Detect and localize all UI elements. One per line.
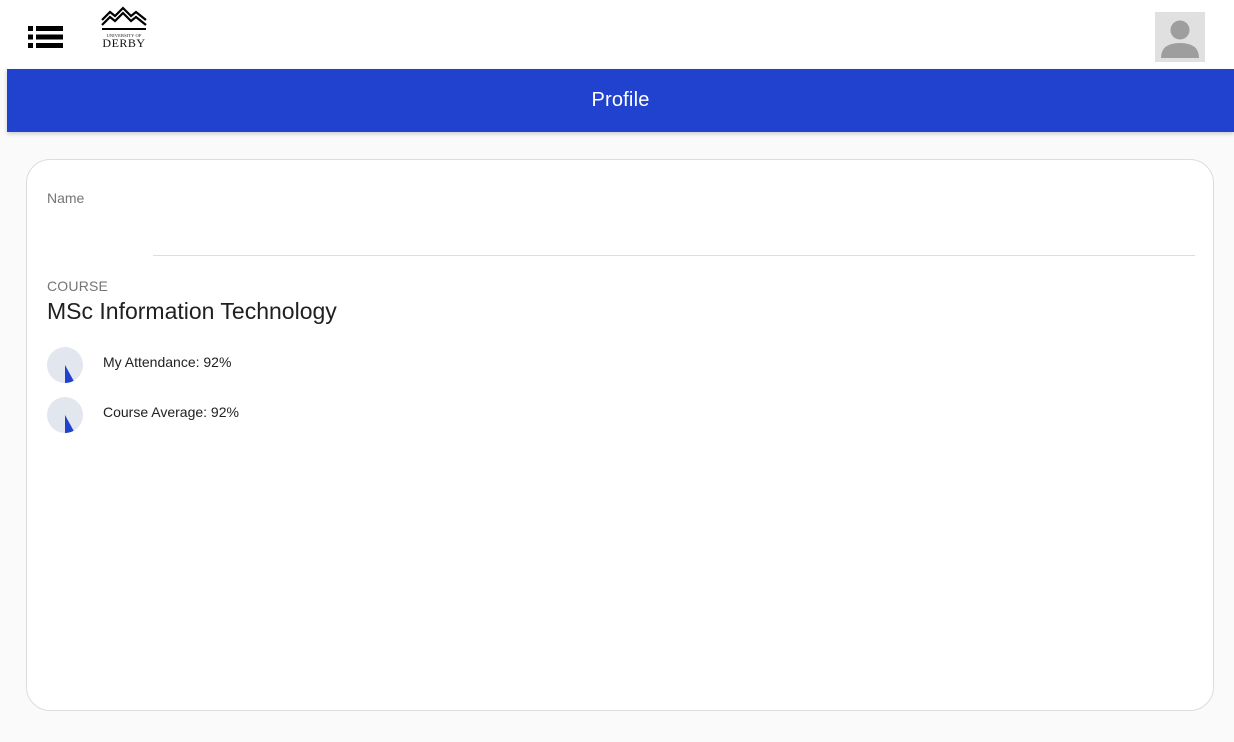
pie-chart-icon	[47, 397, 83, 433]
name-field[interactable]	[47, 210, 1195, 250]
course-average-label: Course Average: 92%	[103, 404, 239, 420]
user-avatar[interactable]	[1155, 12, 1205, 62]
course-label: COURSE	[47, 278, 109, 294]
page-title-bar: Profile	[7, 69, 1234, 132]
top-app-bar: UNIVERSITY OF DERBY	[0, 0, 1234, 69]
person-icon	[1161, 20, 1199, 58]
profile-card: Name COURSE MSc Information Technology M…	[26, 159, 1214, 711]
logo-text-big: DERBY	[102, 36, 146, 50]
name-label: Name	[47, 190, 85, 206]
university-logo: UNIVERSITY OF DERBY	[97, 6, 151, 58]
menu-list-icon	[28, 26, 63, 48]
menu-button[interactable]	[26, 22, 66, 52]
attendance-label: My Attendance: 92%	[103, 354, 232, 370]
course-average-stat: Course Average: 92%	[47, 396, 239, 434]
page-title: Profile	[591, 89, 650, 111]
name-field-underline	[153, 255, 1195, 256]
attendance-stat: My Attendance: 92%	[47, 346, 231, 384]
pie-chart-icon	[47, 347, 83, 383]
mountains-logo-icon	[101, 6, 147, 30]
course-name: MSc Information Technology	[47, 298, 337, 324]
